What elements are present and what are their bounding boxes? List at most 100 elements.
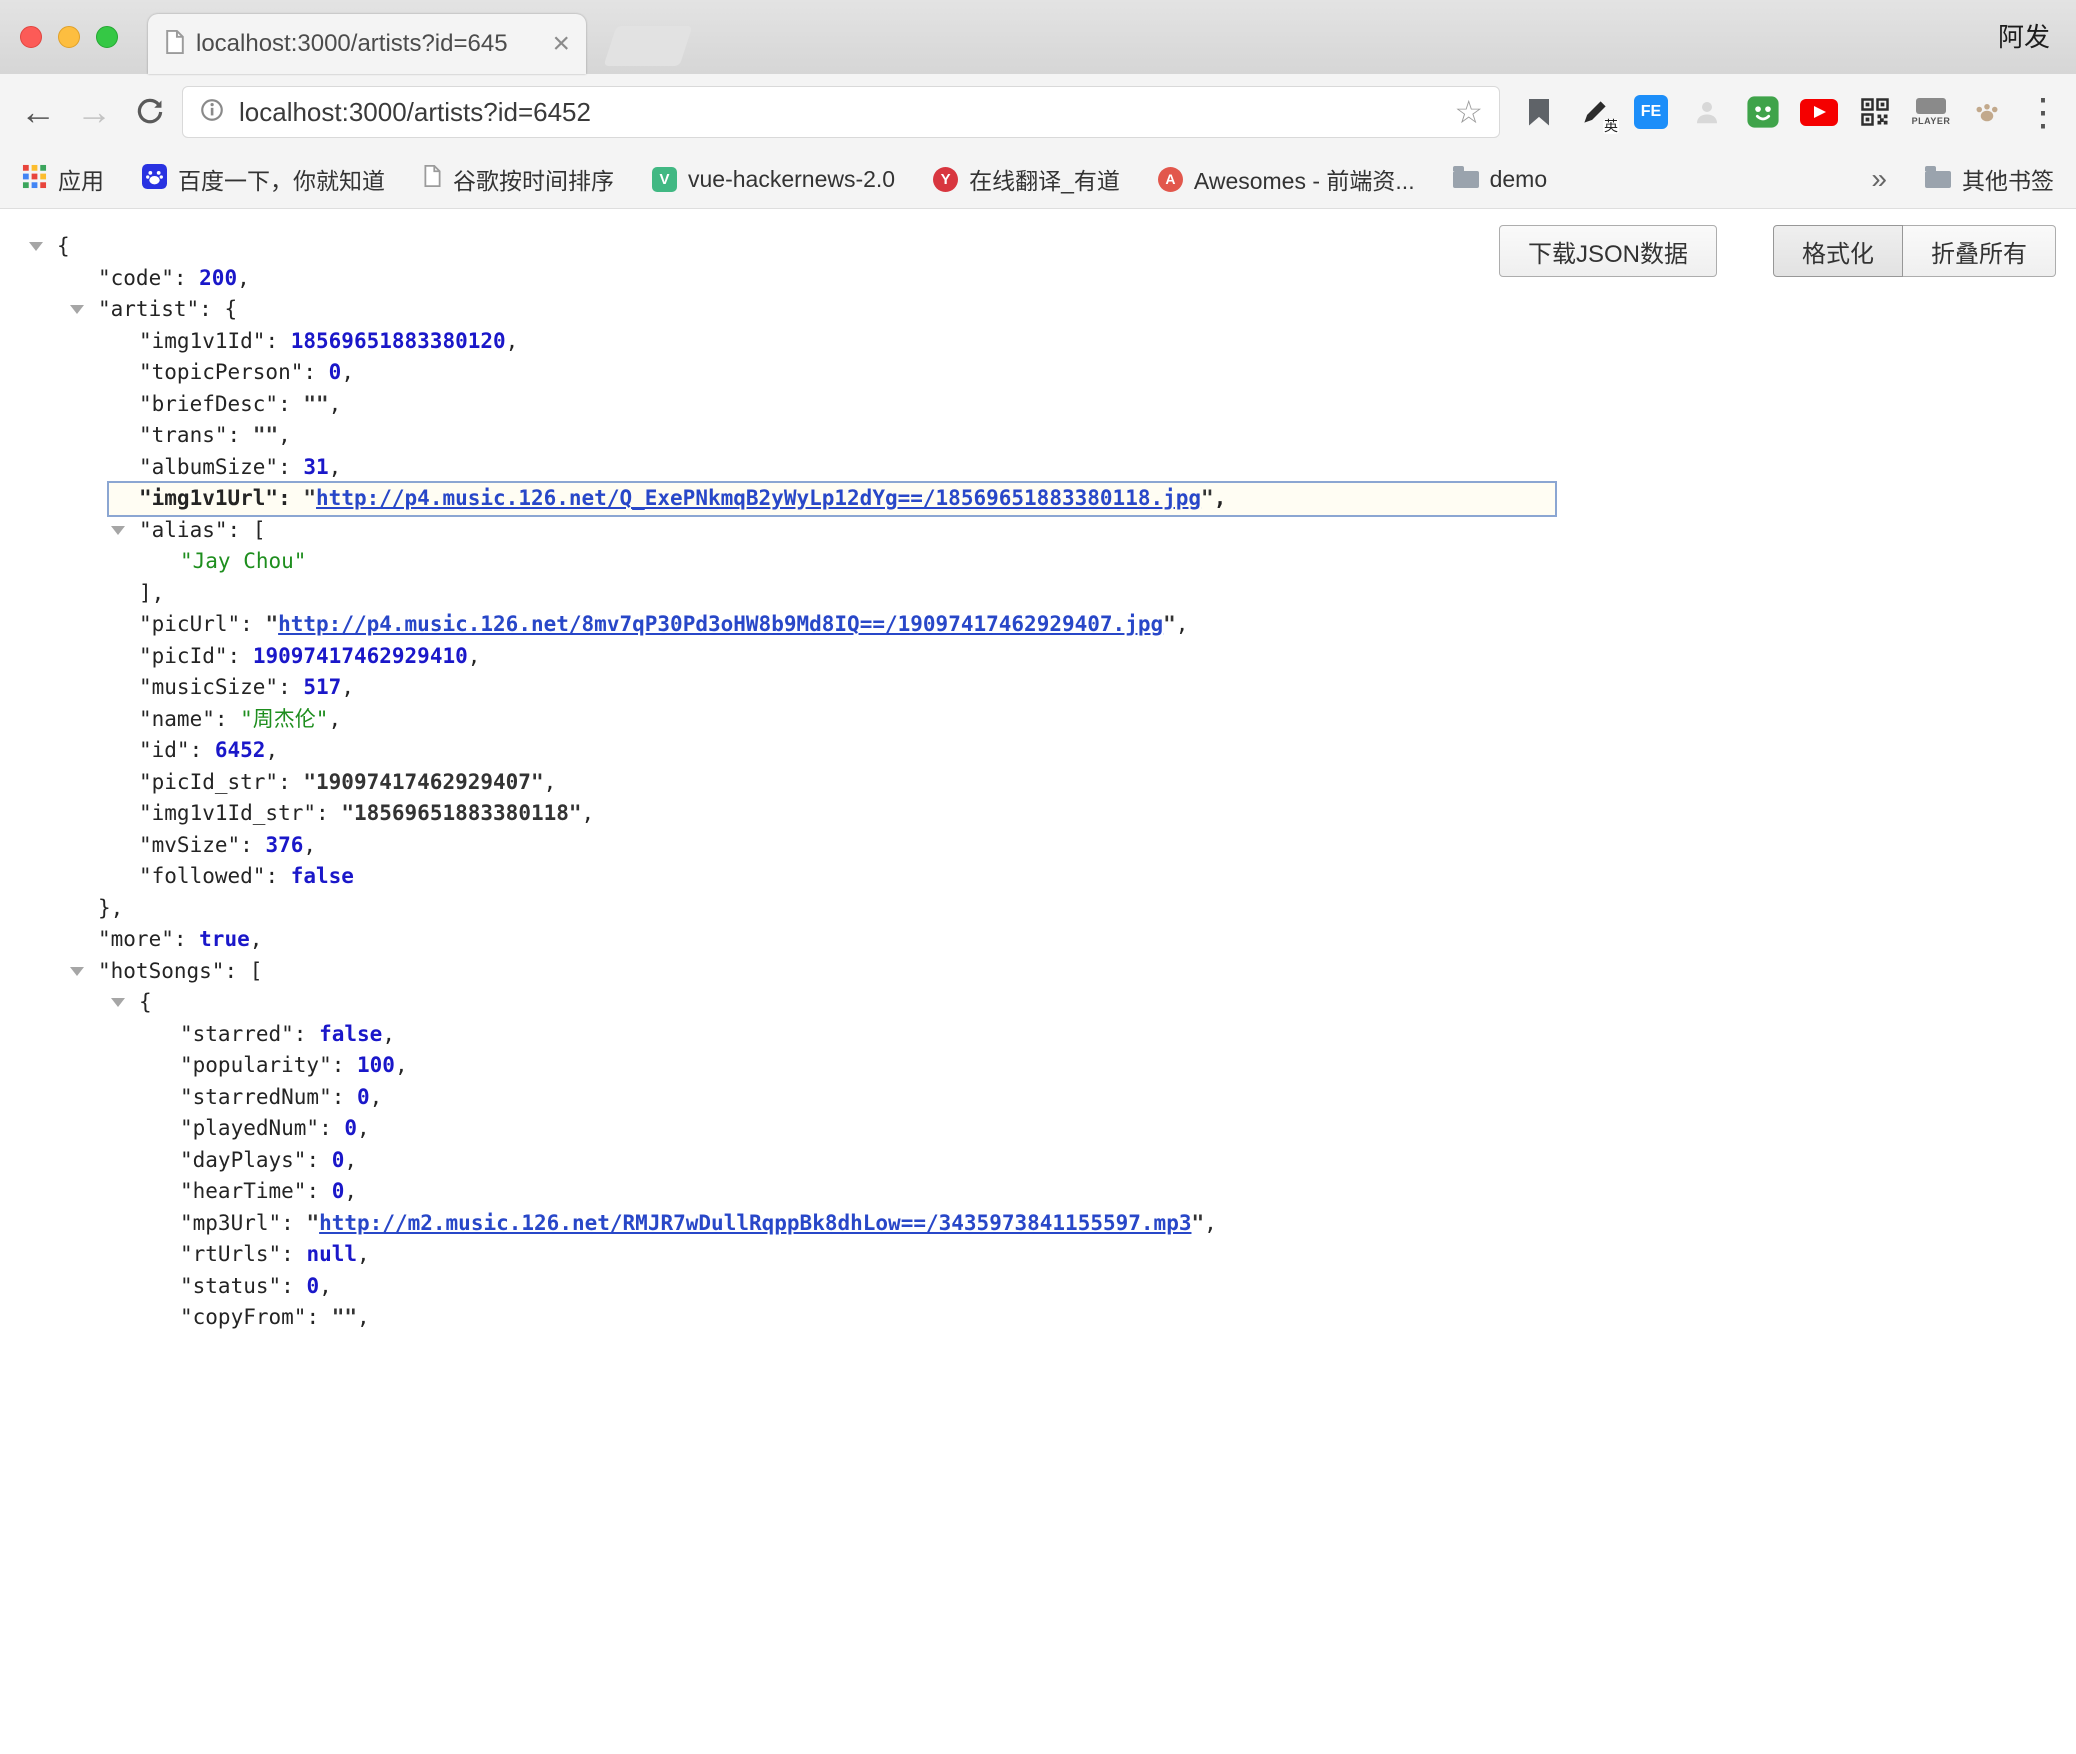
json-token: [ bbox=[250, 959, 263, 983]
json-token: "name" bbox=[139, 707, 215, 731]
bookmark-item-baidu[interactable]: 百度一下，你就知道 bbox=[142, 162, 385, 196]
json-token: , bbox=[357, 1242, 370, 1266]
tab-close-icon[interactable]: × bbox=[552, 29, 570, 59]
other-bookmarks[interactable]: 其他书签 bbox=[1925, 162, 2054, 196]
fe-extension-icon[interactable]: FE bbox=[1632, 92, 1670, 132]
vue-icon: V bbox=[652, 167, 677, 192]
zoom-window-button[interactable] bbox=[96, 26, 118, 48]
json-line: "Jay Chou" bbox=[0, 546, 2076, 578]
json-token: 18569651883380120 bbox=[291, 329, 506, 353]
json-token: 6452 bbox=[215, 738, 266, 762]
json-link[interactable]: http://p4.music.126.net/8mv7qP30Pd3oHW8b… bbox=[278, 612, 1163, 636]
json-line: ], bbox=[0, 578, 2076, 610]
bookmark-item-awesomes[interactable]: A Awesomes - 前端资... bbox=[1158, 162, 1415, 196]
json-line: "trans": "", bbox=[0, 420, 2076, 452]
json-line: "hotSongs": [ bbox=[0, 956, 2076, 988]
json-line: "popularity": 100, bbox=[0, 1050, 2076, 1082]
json-token: , bbox=[341, 360, 354, 384]
json-link[interactable]: http://p4.music.126.net/Q_ExePNkmqB2yWyL… bbox=[316, 486, 1201, 510]
bookmark-label: vue-hackernews-2.0 bbox=[688, 166, 895, 193]
json-token: 517 bbox=[303, 675, 341, 699]
json-token: : bbox=[174, 927, 199, 951]
json-token: "18569651883380118" bbox=[341, 801, 581, 825]
reload-icon[interactable] bbox=[126, 88, 174, 136]
paw-extension-icon[interactable] bbox=[1968, 92, 2006, 132]
json-token: " bbox=[306, 1211, 319, 1235]
json-token: "rtUrls" bbox=[180, 1242, 281, 1266]
json-token: : bbox=[278, 455, 303, 479]
translate-pen-extension-icon[interactable]: 英 bbox=[1576, 92, 1614, 132]
json-line: "briefDesc": "", bbox=[0, 389, 2076, 421]
json-token: "" bbox=[303, 392, 328, 416]
json-token: "code" bbox=[98, 266, 174, 290]
page-favicon-icon bbox=[164, 29, 186, 60]
json-token: "starred" bbox=[180, 1022, 294, 1046]
json-line: "copyFrom": "", bbox=[0, 1302, 2076, 1334]
json-link[interactable]: http://m2.music.126.net/RMJR7wDullRqppBk… bbox=[319, 1211, 1191, 1235]
json-token: , bbox=[506, 329, 519, 353]
tab-title: localhost:3000/artists?id=645 bbox=[196, 30, 542, 58]
json-token: 0 bbox=[306, 1274, 319, 1298]
json-token: "musicSize" bbox=[139, 675, 278, 699]
json-line: "more": true, bbox=[0, 924, 2076, 956]
site-info-icon[interactable] bbox=[199, 97, 225, 128]
json-token: , bbox=[250, 927, 263, 951]
green-face-extension-icon[interactable] bbox=[1744, 92, 1782, 132]
json-token: ] bbox=[139, 581, 152, 605]
json-line: "picId_str": "19097417462929407", bbox=[0, 767, 2076, 799]
json-token: , bbox=[329, 455, 342, 479]
close-window-button[interactable] bbox=[20, 26, 42, 48]
new-tab-button[interactable] bbox=[604, 26, 693, 66]
collapse-caret-icon[interactable] bbox=[111, 526, 125, 535]
back-icon[interactable]: ← bbox=[14, 88, 62, 136]
json-line: "starredNum": 0, bbox=[0, 1082, 2076, 1114]
bookmark-star-icon[interactable]: ☆ bbox=[1454, 96, 1483, 128]
json-token: : bbox=[281, 1242, 306, 1266]
user-silhouette-extension-icon[interactable] bbox=[1688, 92, 1726, 132]
json-token: , bbox=[344, 1148, 357, 1172]
collapse-caret-icon[interactable] bbox=[70, 967, 84, 976]
json-token: "hearTime" bbox=[180, 1179, 306, 1203]
json-token: "starredNum" bbox=[180, 1085, 332, 1109]
json-token: : bbox=[265, 864, 290, 888]
json-token: 200 bbox=[199, 266, 237, 290]
json-token: : bbox=[240, 833, 265, 857]
json-token: "trans" bbox=[139, 423, 228, 447]
json-line: "dayPlays": 0, bbox=[0, 1145, 2076, 1177]
collapse-caret-icon[interactable] bbox=[111, 998, 125, 1007]
json-token: : bbox=[332, 1053, 357, 1077]
bookmarks-overflow-icon[interactable]: » bbox=[1871, 163, 1887, 195]
extensions-bar: 英 FE PLAYER ⋮ bbox=[1508, 92, 2062, 132]
json-token: : bbox=[306, 1179, 331, 1203]
json-token: : bbox=[278, 486, 303, 510]
qrcode-extension-icon[interactable] bbox=[1856, 92, 1894, 132]
youtube-extension-icon[interactable] bbox=[1800, 92, 1838, 132]
bookmark-ribbon-extension-icon[interactable] bbox=[1520, 92, 1558, 132]
bookmark-item-google-sort[interactable]: 谷歌按时间排序 bbox=[423, 162, 614, 196]
json-line: "alias": [ bbox=[0, 515, 2076, 547]
address-bar[interactable]: localhost:3000/artists?id=6452 ☆ bbox=[182, 86, 1500, 138]
json-token: 0 bbox=[332, 1148, 345, 1172]
minimize-window-button[interactable] bbox=[58, 26, 80, 48]
json-token: "albumSize" bbox=[139, 455, 278, 479]
json-token: , bbox=[370, 1085, 383, 1109]
bookmark-item-vue-hackernews[interactable]: V vue-hackernews-2.0 bbox=[652, 166, 895, 193]
json-token: , bbox=[329, 392, 342, 416]
json-token: 0 bbox=[344, 1116, 357, 1140]
collapse-caret-icon[interactable] bbox=[70, 305, 84, 314]
json-token: , bbox=[395, 1053, 408, 1077]
bookmark-item-apps[interactable]: 应用 bbox=[22, 162, 104, 196]
json-line: { bbox=[0, 987, 2076, 1019]
json-token: : bbox=[190, 738, 215, 762]
collapse-caret-icon[interactable] bbox=[29, 242, 43, 251]
json-token: "picUrl" bbox=[139, 612, 240, 636]
awesomes-icon: A bbox=[1158, 167, 1183, 192]
bookmark-item-demo[interactable]: demo bbox=[1453, 166, 1548, 193]
browser-tab[interactable]: localhost:3000/artists?id=645 × bbox=[148, 14, 586, 74]
bookmark-item-youdao[interactable]: Y 在线翻译_有道 bbox=[933, 162, 1120, 196]
browser-menu-icon[interactable]: ⋮ bbox=[2024, 92, 2062, 132]
forward-icon: → bbox=[70, 88, 118, 136]
json-token: , bbox=[357, 1305, 370, 1329]
json-token: : bbox=[278, 770, 303, 794]
player-extension-icon[interactable]: PLAYER bbox=[1912, 92, 1950, 132]
